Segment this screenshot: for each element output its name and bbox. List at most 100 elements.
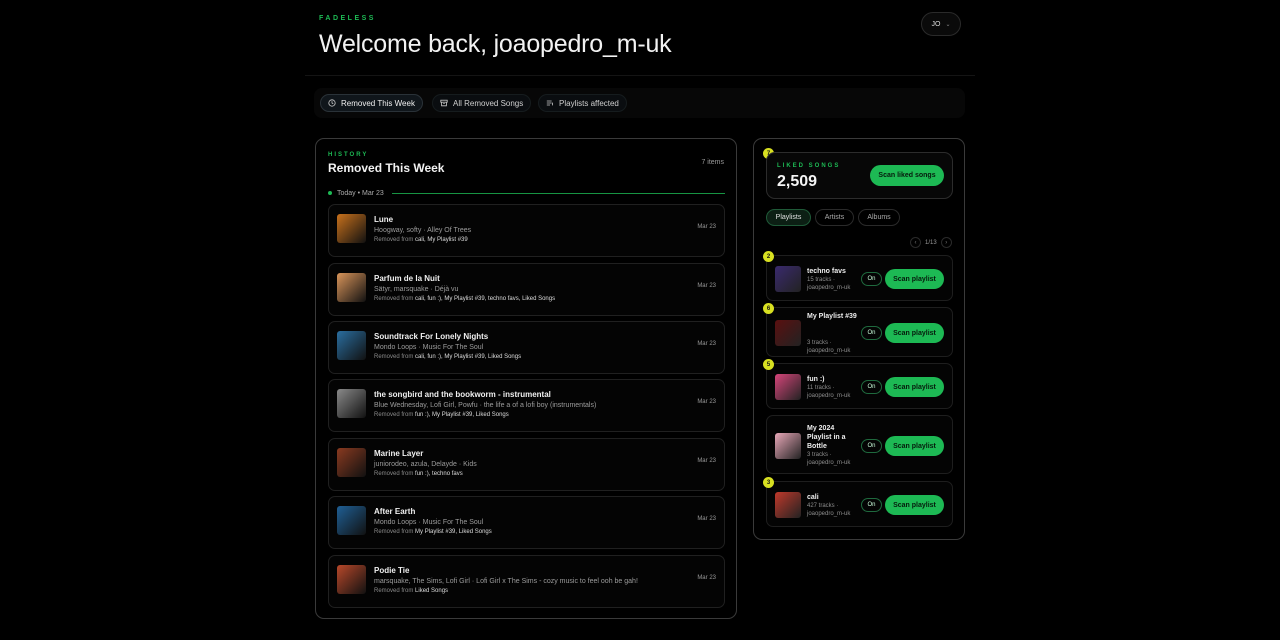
playlist-thumbnail	[775, 374, 801, 400]
song-title: Parfum de la Nuit	[374, 274, 440, 283]
next-page-button[interactable]: ›	[940, 237, 952, 248]
removed-prefix: Removed from	[374, 412, 414, 418]
scan-playlist-button[interactable]: Scan playlist	[885, 269, 944, 289]
playlist-tracks: 11 tracks ·	[807, 385, 835, 391]
album-art	[337, 389, 366, 418]
removed-playlists: fun :), My Playlist #39, Liked Songs	[415, 412, 509, 418]
playlist-name: cali	[807, 494, 819, 501]
monitor-toggle[interactable]: On	[861, 272, 882, 286]
song-artists: juniorodeo, azula, Delayde · Kids	[374, 461, 477, 468]
day-line	[391, 192, 725, 194]
playlist-thumbnail	[775, 492, 801, 518]
album-art	[337, 448, 366, 477]
playlist-tracks: 3 tracks ·	[807, 340, 832, 346]
tab-all-removed-songs[interactable]: All Removed Songs	[432, 94, 532, 112]
chevron-down-icon: ⌄	[945, 21, 951, 28]
album-art	[337, 273, 366, 302]
song-row[interactable]: After Earth Mondo Loops · Music For The S…	[328, 496, 725, 549]
playlist-row[interactable]: fun :) 11 tracks · joaopedro_m-uk On Scan pl…	[766, 363, 953, 409]
removed-playlists: cali, My Playlist #39	[415, 237, 468, 243]
monitor-toggle[interactable]: On	[861, 439, 882, 453]
scan-playlist-button[interactable]: Scan playlist	[885, 377, 944, 397]
tab-label: All Removed Songs	[453, 98, 524, 108]
filter-playlists[interactable]: Playlists	[766, 209, 811, 226]
playlist-owner: joaopedro_m-uk	[807, 393, 851, 399]
playlist-tracks: 427 tracks ·	[807, 503, 839, 509]
scan-liked-songs-button[interactable]: Scan liked songs	[870, 165, 944, 186]
album-art	[337, 214, 366, 243]
removed-prefix: Removed from	[374, 354, 414, 360]
page-title: Welcome back, joaopedro_m-uk	[319, 30, 672, 58]
song-title: Marine Layer	[374, 449, 424, 458]
day-separator: Today • Mar 23	[328, 188, 725, 198]
monitor-toggle[interactable]: On	[861, 498, 882, 512]
removed-from: Removed from fun :), techno favs	[374, 471, 463, 477]
album-art	[337, 565, 366, 594]
playlist-badge: 5	[763, 359, 774, 370]
filter-artists[interactable]: Artists	[815, 209, 854, 226]
removed-from: Removed from cali, fun :), My Playlist #…	[374, 296, 555, 302]
playlist-name: fun :)	[807, 376, 825, 383]
tab-playlists-affected[interactable]: Playlists affected	[538, 94, 627, 112]
day-label: Today • Mar 23	[337, 189, 384, 197]
song-row[interactable]: Marine Layer juniorodeo, azula, Delayde ·…	[328, 438, 725, 491]
removed-from: Removed from cali, fun :), My Playlist #…	[374, 354, 521, 360]
removed-from: Removed from fun :), My Playlist #39, Li…	[374, 412, 509, 418]
album-art	[337, 506, 366, 535]
song-artists: Hoogway, softy · Alley Of Trees	[374, 227, 472, 234]
song-title: After Earth	[374, 507, 416, 516]
archive-icon	[440, 99, 448, 107]
playlist-owner: joaopedro_m-uk	[807, 511, 851, 517]
song-artists: marsquake, The Sims, Lofi Girl · Lofi Gi…	[374, 578, 638, 585]
prev-page-button[interactable]: ‹	[910, 237, 921, 248]
removed-playlists: fun :), techno favs	[415, 471, 463, 477]
playlist-name: My 2024 Playlist in a Bottle	[807, 425, 846, 450]
tab-removed-this-week[interactable]: Removed This Week	[320, 94, 423, 112]
song-row[interactable]: the songbird and the bookworm - instrume…	[328, 379, 725, 432]
song-row[interactable]: Podie Tie marsquake, The Sims, Lofi Girl …	[328, 555, 725, 608]
playlist-row[interactable]: My 2024 Playlist in a Bottle 3 tracks · jo…	[766, 415, 953, 474]
scan-playlist-button[interactable]: Scan playlist	[885, 495, 944, 515]
tab-label: Playlists affected	[559, 98, 619, 108]
playlist-row[interactable]: cali 427 tracks · joaopedro_m-uk On Scan pla…	[766, 481, 953, 527]
song-row[interactable]: Soundtrack For Lonely Nights Mondo Loops …	[328, 321, 725, 374]
pager: ‹ 1/13 ›	[910, 237, 952, 248]
playlist-name: techno favs	[807, 268, 846, 275]
monitor-toggle[interactable]: On	[861, 326, 882, 340]
removed-playlists: cali, fun :), My Playlist #39, techno fa…	[415, 296, 556, 302]
song-row[interactable]: Parfum de la Nuit Sätyr, marsquake · Déjà…	[328, 263, 725, 316]
playlist-badge: 6	[763, 303, 774, 314]
tab-label: Removed This Week	[341, 98, 415, 108]
filter-albums[interactable]: Albums	[858, 209, 900, 226]
song-title: Podie Tie	[374, 566, 410, 575]
library-card: 7 LIKED SONGS 2,509 Scan liked songs Pla…	[753, 138, 965, 540]
song-artists: Mondo Loops · Music For The Soul	[374, 519, 484, 526]
song-title: Soundtrack For Lonely Nights	[374, 332, 489, 341]
removed-prefix: Removed from	[374, 471, 414, 477]
song-artists: Mondo Loops · Music For The Soul	[374, 344, 484, 351]
song-row[interactable]: Lune Hoogway, softy · Alley Of Trees Remov…	[328, 204, 725, 257]
playlist-owner: joaopedro_m-uk	[807, 285, 851, 291]
playlist-tracks: 3 tracks ·	[807, 452, 832, 458]
removed-from: Removed from My Playlist #39, Liked Song…	[374, 529, 492, 535]
removed-prefix: Removed from	[374, 529, 414, 535]
playlist-badge: 2	[763, 251, 774, 262]
history-card: HISTORY Removed This Week 7 items Today …	[315, 138, 737, 619]
liked-songs-panel: LIKED SONGS 2,509 Scan liked songs	[766, 152, 953, 199]
song-artists: Blue Wednesday, Lofi Girl, Powfu · the l…	[374, 402, 597, 409]
playlist-row[interactable]: techno favs 15 tracks · joaopedro_m-uk On Sc…	[766, 255, 953, 301]
playlist-owner: joaopedro_m-uk	[807, 460, 851, 466]
playlist-tracks: 15 tracks ·	[807, 277, 836, 283]
scan-playlist-button[interactable]: Scan playlist	[885, 436, 944, 456]
song-date: Mar 23	[697, 516, 716, 522]
song-date: Mar 23	[697, 575, 716, 581]
account-menu-button[interactable]: JO ⌄	[921, 12, 961, 36]
monitor-toggle[interactable]: On	[861, 380, 882, 394]
history-title: Removed This Week	[328, 161, 445, 175]
album-art	[337, 331, 366, 360]
brand-logo: FADELESS	[319, 15, 376, 22]
playlist-row[interactable]: My Playlist #39 3 tracks · joaopedro_m-uk O…	[766, 307, 953, 357]
song-artists: Sätyr, marsquake · Déjà vu	[374, 286, 459, 293]
scan-playlist-button[interactable]: Scan playlist	[885, 323, 944, 343]
day-dot	[328, 191, 332, 195]
